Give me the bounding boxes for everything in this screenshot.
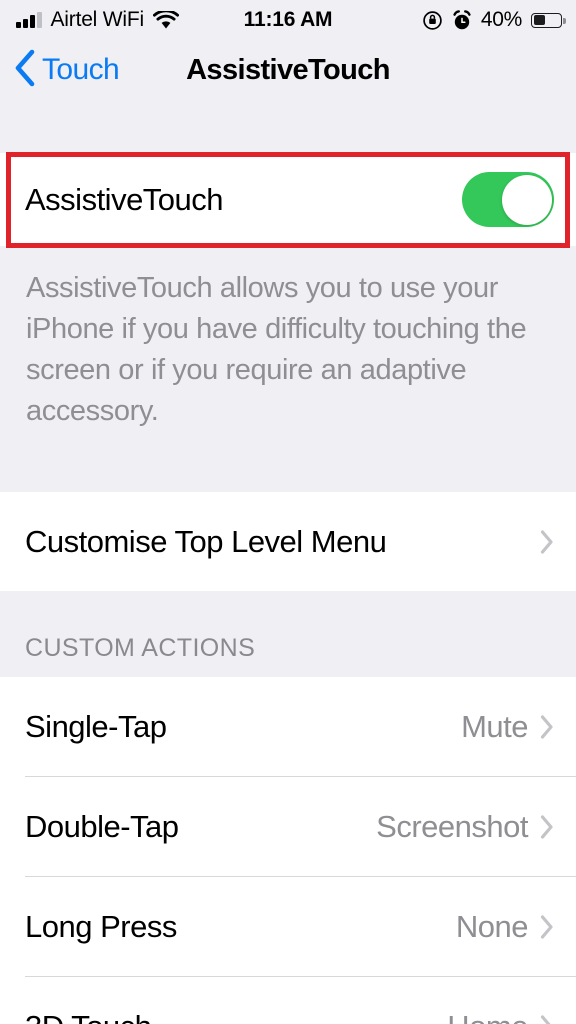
long-press-label: Long Press xyxy=(25,908,177,944)
custom-actions-group: Single-Tap Mute Double-Tap Screenshot Lo… xyxy=(0,677,576,1024)
navigation-bar: Touch AssistiveTouch xyxy=(0,40,576,100)
row-accessory xyxy=(540,529,554,554)
iphone-settings-screen: Airtel WiFi 11:16 AM 40% Touch Assistive… xyxy=(0,0,576,1024)
custom-actions-header: CUSTOM ACTIONS xyxy=(0,591,576,677)
toggle-knob xyxy=(501,174,552,225)
assistivetouch-toggle-group: AssistiveTouch xyxy=(0,153,576,246)
chevron-left-icon xyxy=(14,49,36,92)
3d-touch-row[interactable]: 3D Touch Home xyxy=(0,977,576,1024)
single-tap-label: Single-Tap xyxy=(25,708,167,744)
chevron-right-icon xyxy=(540,529,553,554)
3d-touch-value: Home xyxy=(447,1009,528,1024)
back-button-label: Touch xyxy=(42,53,120,86)
double-tap-accessory: Screenshot xyxy=(376,809,554,845)
single-tap-accessory: Mute xyxy=(461,709,554,745)
long-press-row[interactable]: Long Press None xyxy=(0,877,576,976)
assistivetouch-toggle-row[interactable]: AssistiveTouch xyxy=(0,153,576,246)
double-tap-label: Double-Tap xyxy=(25,808,179,844)
spacer-above-toggle xyxy=(0,100,576,153)
clock: 11:16 AM xyxy=(243,8,333,31)
spacer-above-menu xyxy=(0,452,576,492)
menu-group: Customise Top Level Menu xyxy=(0,492,576,591)
assistivetouch-toggle[interactable] xyxy=(462,172,554,227)
assistivetouch-description: AssistiveTouch allows you to use your iP… xyxy=(0,246,576,452)
single-tap-row[interactable]: Single-Tap Mute xyxy=(0,677,576,776)
status-bar: Airtel WiFi 11:16 AM 40% xyxy=(0,0,576,40)
double-tap-value: Screenshot xyxy=(376,808,528,844)
battery-icon xyxy=(531,12,566,28)
chevron-right-icon xyxy=(540,914,553,939)
3d-touch-label: 3D Touch xyxy=(25,1009,152,1024)
back-button[interactable]: Touch xyxy=(0,49,120,92)
customise-top-level-menu-label: Customise Top Level Menu xyxy=(25,523,387,559)
chevron-right-icon xyxy=(540,714,553,739)
assistivetouch-toggle-wrap xyxy=(462,172,554,227)
double-tap-row[interactable]: Double-Tap Screenshot xyxy=(0,777,576,876)
long-press-accessory: None xyxy=(456,909,554,945)
assistivetouch-label: AssistiveTouch xyxy=(25,181,224,217)
single-tap-value: Mute xyxy=(461,708,528,744)
customise-top-level-menu-row[interactable]: Customise Top Level Menu xyxy=(0,492,576,591)
long-press-value: None xyxy=(455,908,529,944)
3d-touch-accessory: Home xyxy=(447,1009,554,1024)
chevron-right-icon xyxy=(540,814,553,839)
chevron-right-icon xyxy=(540,1014,551,1024)
